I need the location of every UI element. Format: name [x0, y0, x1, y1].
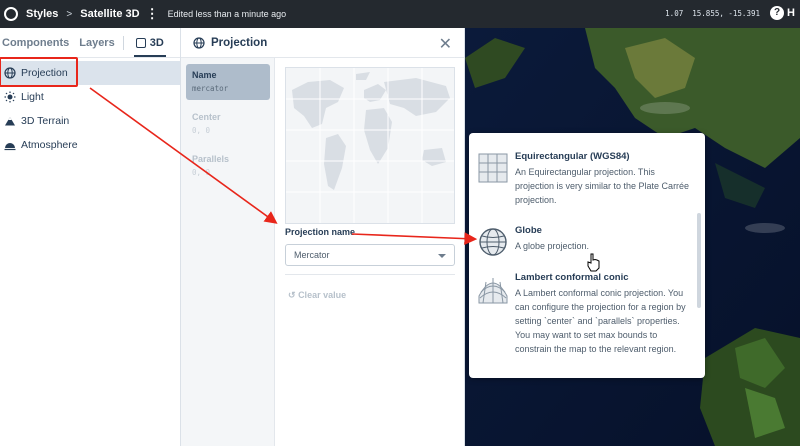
select-value: Mercator	[294, 250, 330, 260]
clear-value-label: Clear value	[298, 290, 347, 300]
mapbox-logo-icon[interactable]	[4, 7, 18, 21]
tab-components[interactable]: Components	[2, 29, 69, 57]
equirectangular-grid-icon	[478, 153, 508, 183]
chevron-down-icon	[438, 254, 446, 258]
subnav-label: Center	[192, 112, 221, 122]
map-coordinates: 1.07 15.855, -15.391	[665, 9, 760, 18]
projection-panel: Projection ✕ Name mercator Center 0, 0 P…	[181, 28, 465, 446]
option-equirectangular[interactable]: Equirectangular (WGS84) An Equirectangul…	[469, 151, 699, 207]
option-title: Lambert conformal conic	[515, 272, 629, 283]
globe-icon	[193, 36, 205, 49]
conic-projection-icon	[478, 278, 508, 304]
panel-header: Projection	[181, 28, 464, 58]
top-bar: Styles > Satellite 3D ⋮ Edited less than…	[0, 0, 800, 28]
subnav-item-name[interactable]: Name mercator	[186, 64, 270, 100]
option-description: A Lambert conformal conic projection. Yo…	[515, 288, 686, 354]
subnav-label: Parallels	[192, 154, 230, 164]
property-subnav: Name mercator Center 0, 0 Parallels 0, 0	[181, 58, 275, 446]
panel-title: Projection	[211, 36, 268, 49]
option-globe[interactable]: Globe A globe projection.	[469, 225, 699, 256]
mountain-icon	[5, 117, 15, 126]
sidebar-list: Projection Light 3D Terrain Atmosphere	[0, 57, 180, 157]
tab-layers[interactable]: Layers	[79, 29, 114, 57]
sidebar-item-light[interactable]: Light	[0, 85, 180, 109]
clear-value-button[interactable]: ↺ Clear value	[288, 290, 346, 301]
atmosphere-icon	[4, 143, 16, 151]
help-button[interactable]: ? H	[770, 6, 800, 20]
sidebar-item-label: 3D Terrain	[21, 115, 70, 127]
tab-divider	[122, 35, 124, 50]
divider	[285, 274, 455, 275]
globe-icon	[479, 228, 507, 256]
projection-preview-map	[285, 67, 455, 224]
subnav-item-center[interactable]: Center 0, 0	[186, 106, 270, 142]
left-sidebar: Components Layers 3D Projection Light 3D…	[0, 28, 181, 446]
cube-icon	[135, 37, 146, 48]
option-description: A globe projection.	[515, 241, 590, 251]
sidebar-tabs: Components Layers 3D	[0, 28, 180, 58]
subnav-value: mercator	[192, 84, 229, 93]
dropdown-scrollbar[interactable]	[697, 213, 701, 308]
projection-options-dropdown: Equirectangular (WGS84) An Equirectangul…	[469, 133, 705, 378]
sidebar-item-atmosphere[interactable]: Atmosphere	[0, 133, 180, 157]
breadcrumb-style-name[interactable]: Satellite 3D	[80, 8, 139, 20]
subnav-value: 0, 0	[192, 168, 211, 177]
light-icon	[4, 91, 16, 103]
undo-icon: ↺	[288, 290, 296, 300]
help-icon: ?	[770, 6, 784, 20]
sidebar-item-3d-terrain[interactable]: 3D Terrain	[0, 109, 180, 133]
help-label: H	[787, 7, 795, 19]
option-title: Equirectangular (WGS84)	[515, 151, 630, 162]
style-menu-icon[interactable]: ⋮	[146, 6, 159, 22]
world-map-grid	[286, 68, 454, 223]
sidebar-item-label: Atmosphere	[21, 139, 78, 151]
option-title: Globe	[515, 225, 542, 236]
subnav-value: 0, 0	[192, 126, 211, 135]
close-icon[interactable]: ✕	[439, 34, 452, 54]
breadcrumb-styles[interactable]: Styles	[26, 8, 58, 20]
option-description: An Equirectangular projection. This proj…	[515, 167, 690, 205]
subnav-label: Name	[192, 70, 217, 80]
sidebar-item-label: Light	[21, 91, 44, 103]
projection-name-label: Projection name	[285, 227, 356, 237]
sidebar-item-projection[interactable]: Projection	[0, 57, 180, 87]
subnav-item-parallels[interactable]: Parallels 0, 0	[186, 148, 270, 184]
option-lambert-conformal-conic[interactable]: Lambert conformal conic A Lambert confor…	[469, 272, 699, 356]
breadcrumb-separator: >	[66, 8, 73, 20]
tab-3d-label: 3D	[149, 36, 164, 49]
projection-name-select[interactable]: Mercator	[285, 244, 455, 266]
tab-3d[interactable]: 3D	[133, 29, 166, 57]
edited-status: Edited less than a minute ago	[167, 9, 287, 19]
annotation-highlight-box	[0, 57, 78, 87]
